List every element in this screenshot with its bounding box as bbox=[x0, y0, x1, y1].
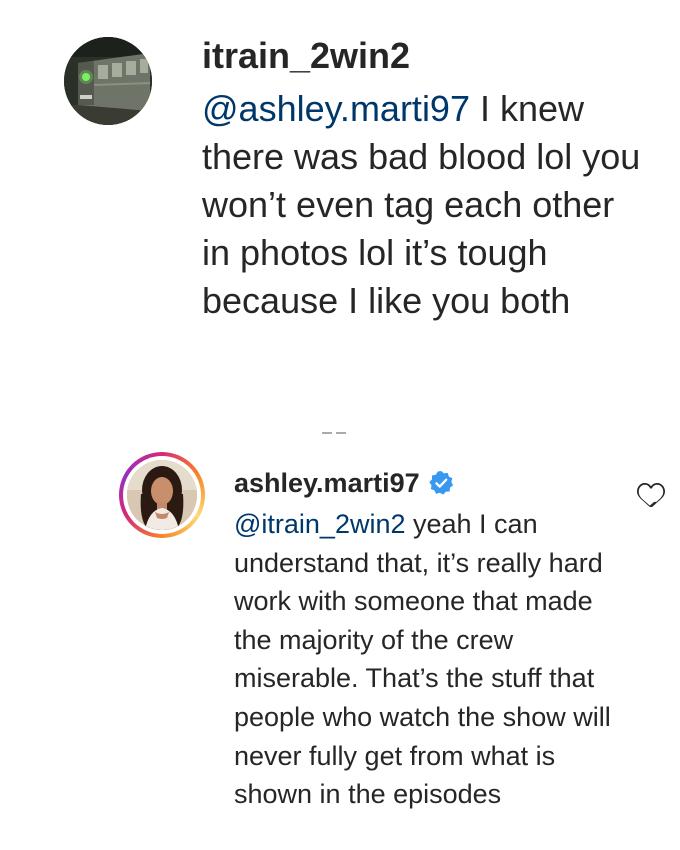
verified-badge-icon bbox=[428, 470, 453, 495]
mention-itrain[interactable]: @itrain_2win2 bbox=[234, 509, 406, 539]
ashley-comment-text: @itrain_2win2 yeah I can understand that… bbox=[234, 505, 614, 814]
ashley-comment-header: ashley.marti97 bbox=[234, 463, 634, 503]
profile-photo-avatar bbox=[127, 460, 197, 530]
hidden-replies-separator bbox=[322, 432, 346, 434]
mention-ashley[interactable]: @ashley.marti97 bbox=[202, 88, 470, 129]
comment-itrain: itrain_2win2 @ashley.marti97 I knew ther… bbox=[0, 0, 680, 380]
heart-outline-icon[interactable] bbox=[637, 481, 665, 507]
ashley-username[interactable]: ashley.marti97 bbox=[234, 466, 420, 500]
subway-train-avatar bbox=[64, 37, 152, 125]
itrain-avatar[interactable] bbox=[64, 37, 152, 125]
itrain-comment-text: @ashley.marti97 I knew there was bad blo… bbox=[202, 85, 652, 325]
ashley-avatar-story-ring[interactable] bbox=[119, 452, 205, 538]
itrain-comment-body: itrain_2win2 @ashley.marti97 I knew ther… bbox=[202, 35, 652, 325]
ashley-comment-message: yeah I can understand that, it’s really … bbox=[234, 509, 611, 810]
itrain-username[interactable]: itrain_2win2 bbox=[202, 35, 652, 77]
ashley-comment-body: ashley.marti97 @itrain_2win2 yeah I can … bbox=[234, 463, 634, 814]
